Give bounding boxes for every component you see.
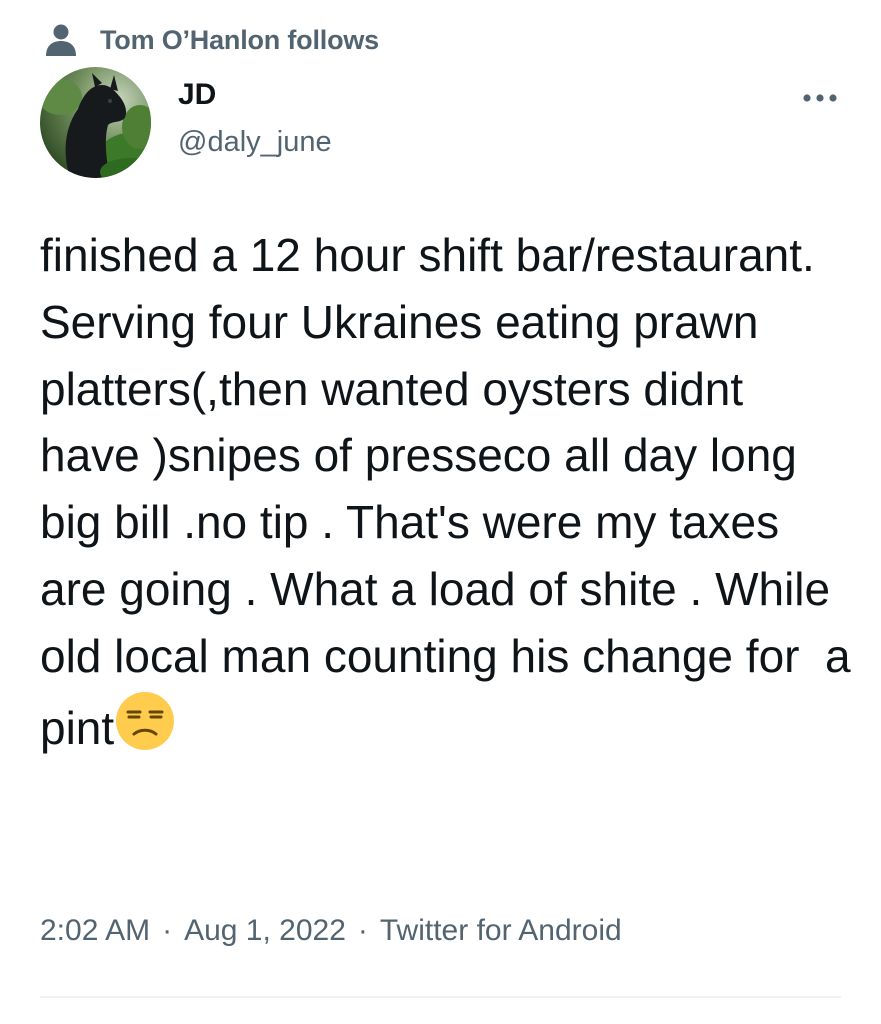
social-context[interactable]: Tom O’Hanlon follows bbox=[44, 22, 379, 58]
meta-separator: · bbox=[162, 914, 173, 947]
tweet-text: finished a 12 hour shift bar/restaurant.… bbox=[40, 222, 855, 761]
author-handle[interactable]: @daly_june bbox=[178, 126, 332, 159]
tweet-time[interactable]: 2:02 AM bbox=[40, 914, 150, 948]
tweet-page: Tom O’Hanlon follows JD @daly_june finis… bbox=[0, 0, 881, 1024]
tweet-meta: 2:02 AM · Aug 1, 2022 · Twitter for Andr… bbox=[40, 914, 622, 948]
unamused-face-emoji bbox=[114, 690, 176, 752]
more-icon bbox=[802, 90, 838, 108]
avatar[interactable] bbox=[40, 67, 151, 178]
divider bbox=[40, 996, 841, 998]
tweet-source[interactable]: Twitter for Android bbox=[380, 914, 622, 948]
tweet-date[interactable]: Aug 1, 2022 bbox=[184, 914, 346, 948]
more-options-button[interactable] bbox=[798, 84, 842, 114]
person-icon bbox=[44, 23, 78, 57]
social-context-text: Tom O’Hanlon follows bbox=[100, 24, 379, 55]
tweet-body: finished a 12 hour shift bar/restaurant.… bbox=[40, 229, 864, 754]
meta-separator: · bbox=[357, 914, 368, 947]
author-display-name[interactable]: JD bbox=[178, 78, 216, 112]
